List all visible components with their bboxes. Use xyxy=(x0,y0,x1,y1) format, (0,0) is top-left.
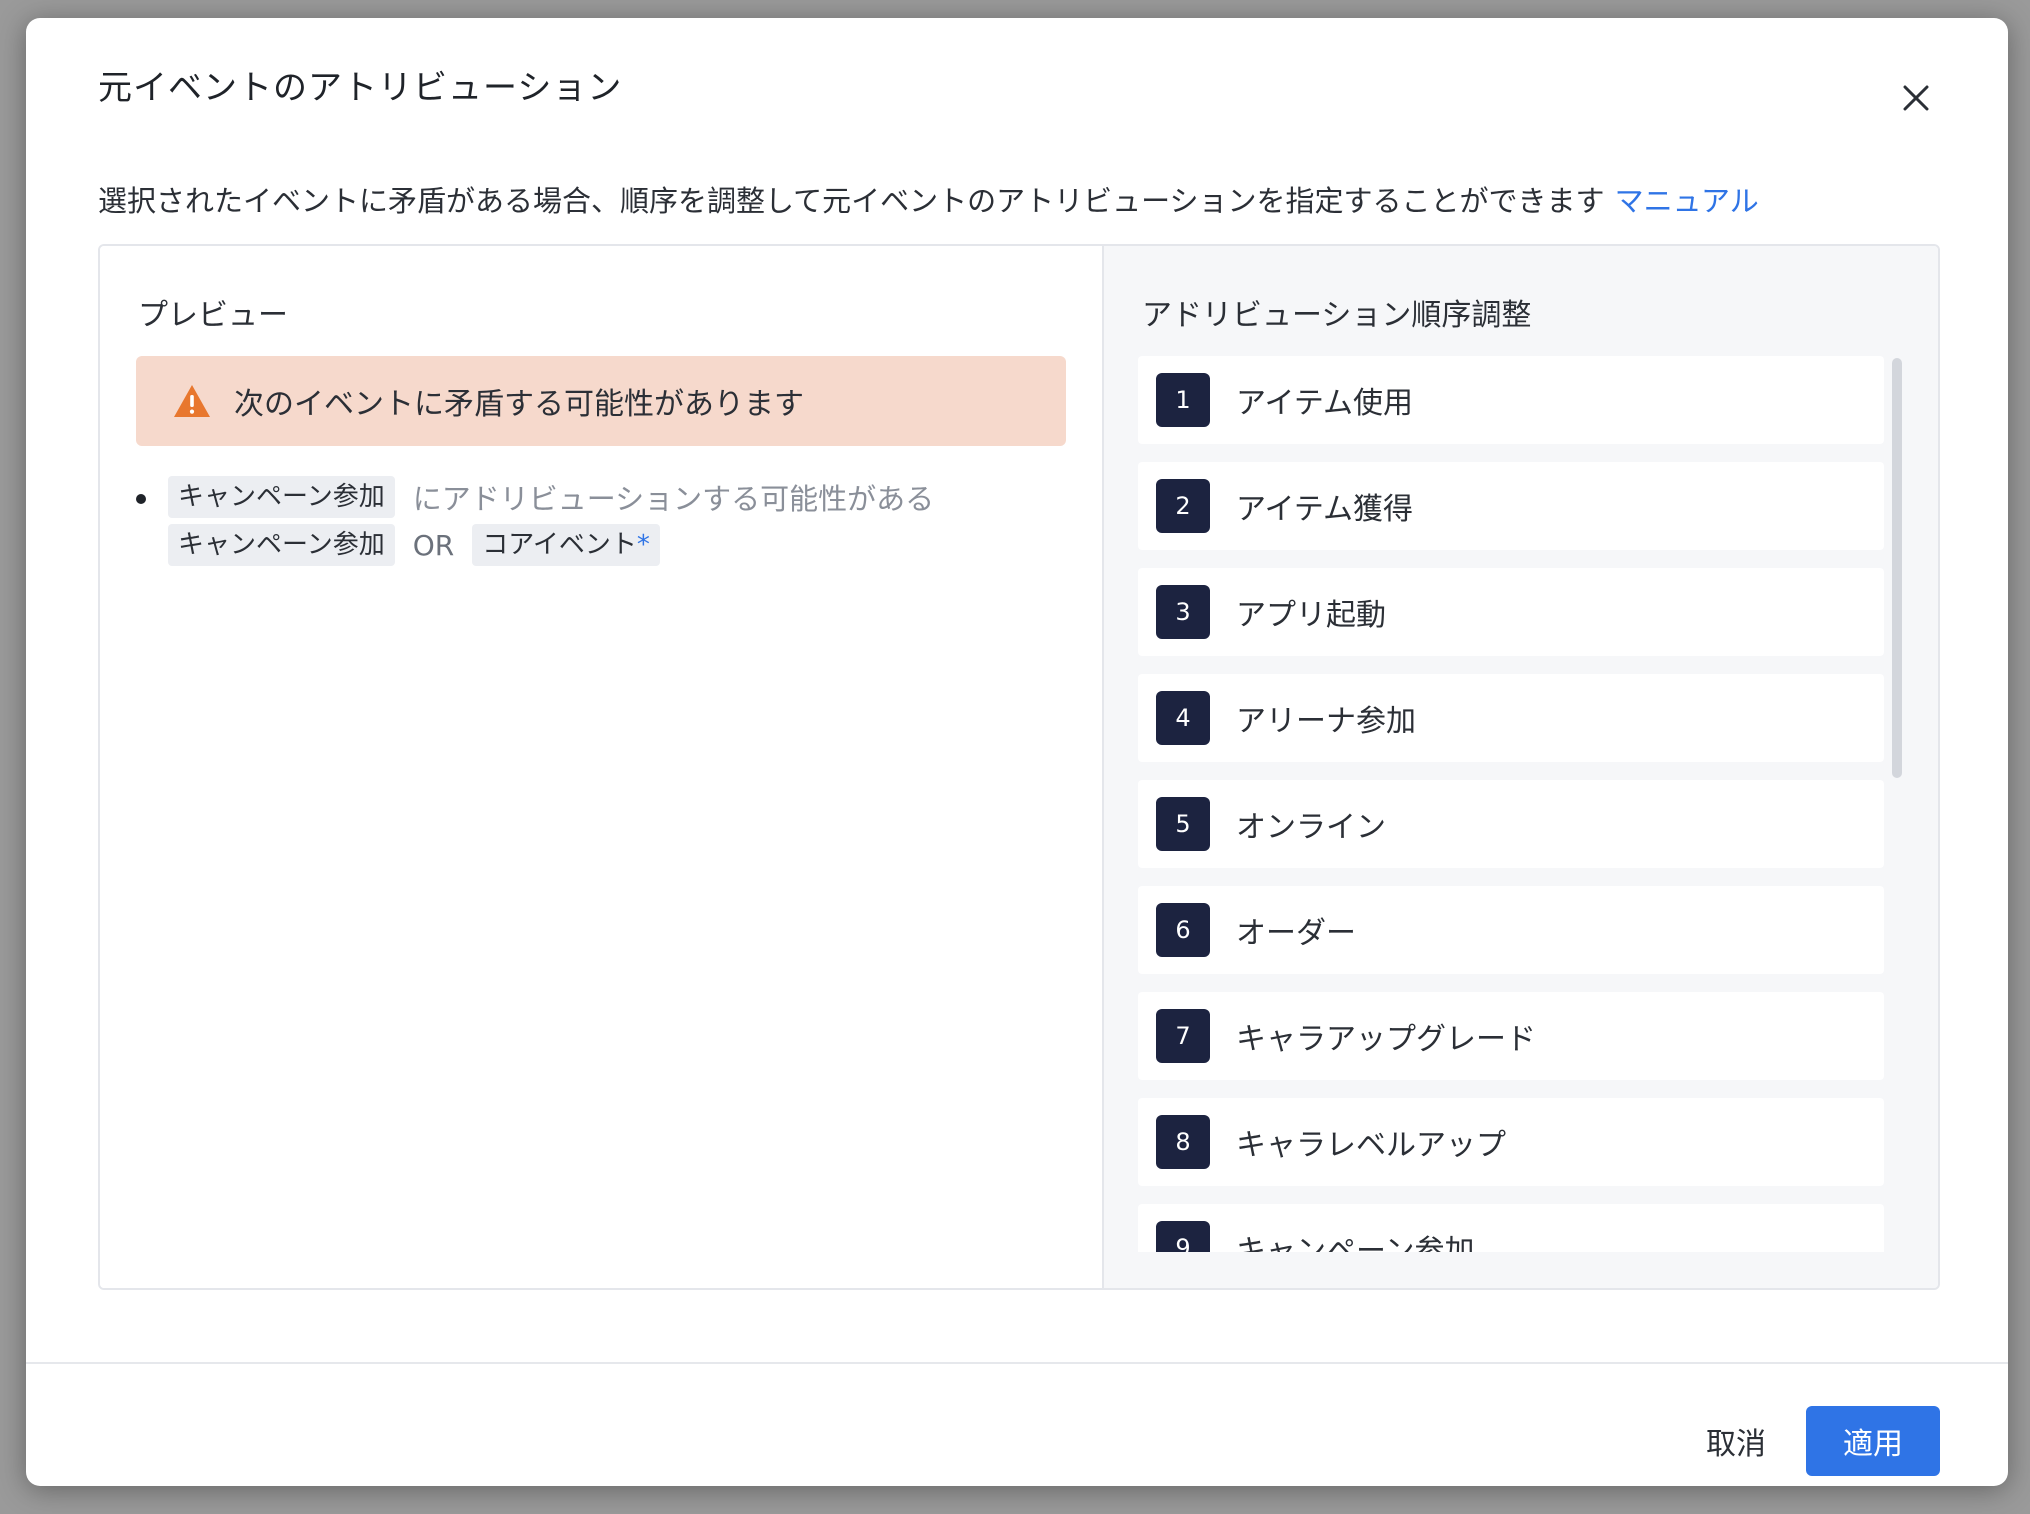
core-event-tag: コアイベント* xyxy=(472,524,660,566)
panels-container: プレビュー 次のイベントに矛盾する可能性があります キャンペーン参加 にアドリビ… xyxy=(98,244,1940,1290)
close-button[interactable] xyxy=(1888,70,1944,126)
order-number-badge: 8 xyxy=(1156,1115,1210,1169)
order-number-badge: 4 xyxy=(1156,691,1210,745)
order-item[interactable]: 7 キャラアップグレード xyxy=(1138,992,1884,1080)
dialog-description: 選択されたイベントに矛盾がある場合、順序を調整して元イベントのアトリビューション… xyxy=(98,178,1759,220)
order-number-badge: 2 xyxy=(1156,479,1210,533)
order-heading: アドリビューション順序調整 xyxy=(1142,298,1532,333)
conflict-list-item: キャンペーン参加 にアドリビューションする可能性がある キャンペーン参加 OR … xyxy=(136,474,1076,570)
preview-panel: プレビュー 次のイベントに矛盾する可能性があります キャンペーン参加 にアドリビ… xyxy=(100,246,1104,1288)
preview-heading: プレビュー xyxy=(138,298,288,333)
order-number-badge: 5 xyxy=(1156,797,1210,851)
conflict-message: にアドリビューションする可能性がある xyxy=(412,482,935,516)
bullet-dot xyxy=(136,494,146,504)
description-text: 選択されたイベントに矛盾がある場合、順序を調整して元イベントのアトリビューション… xyxy=(98,184,1605,218)
order-number-badge: 6 xyxy=(1156,903,1210,957)
event-tag: キャンペーン参加 xyxy=(168,524,395,566)
core-event-marker: * xyxy=(636,530,650,560)
dialog-title: 元イベントのアトリビューション xyxy=(98,68,623,108)
order-item-label: アイテム獲得 xyxy=(1236,492,1413,527)
order-item[interactable]: 5 オンライン xyxy=(1138,780,1884,868)
order-item-label: アリーナ参加 xyxy=(1236,704,1416,739)
order-list[interactable]: 1 アイテム使用 2 アイテム獲得 3 アプリ起動 4 アリーナ参加 5 オンラ… xyxy=(1138,356,1884,1252)
cancel-button[interactable]: 取消 xyxy=(1676,1406,1796,1476)
apply-button[interactable]: 適用 xyxy=(1806,1406,1940,1476)
footer-divider xyxy=(26,1362,2008,1364)
close-icon xyxy=(1903,85,1929,111)
order-item-label: オーダー xyxy=(1236,916,1356,951)
order-item[interactable]: 8 キャラレベルアップ xyxy=(1138,1098,1884,1186)
order-item[interactable]: 1 アイテム使用 xyxy=(1138,356,1884,444)
order-item-label: キャンペーン参加 xyxy=(1236,1234,1475,1252)
event-tag: キャンペーン参加 xyxy=(168,476,395,518)
warning-icon xyxy=(174,385,210,417)
core-event-label: コアイベント xyxy=(482,530,637,560)
order-list-scrollbar[interactable] xyxy=(1892,358,1902,778)
order-number-badge: 1 xyxy=(1156,373,1210,427)
order-number-badge: 9 xyxy=(1156,1221,1210,1252)
conflict-line-1: キャンペーン参加 にアドリビューションする可能性がある xyxy=(168,474,1076,520)
order-item[interactable]: 2 アイテム獲得 xyxy=(1138,462,1884,550)
conflict-alert: 次のイベントに矛盾する可能性があります xyxy=(136,356,1066,446)
order-number-badge: 3 xyxy=(1156,585,1210,639)
order-item[interactable]: 3 アプリ起動 xyxy=(1138,568,1884,656)
order-item-label: キャラアップグレード xyxy=(1236,1022,1536,1057)
order-item-label: オンライン xyxy=(1236,810,1386,845)
order-item[interactable]: 9 キャンペーン参加 xyxy=(1138,1204,1884,1252)
order-item-label: キャラレベルアップ xyxy=(1236,1128,1506,1163)
order-item-label: アプリ起動 xyxy=(1236,598,1386,633)
order-item[interactable]: 4 アリーナ参加 xyxy=(1138,674,1884,762)
order-item[interactable]: 6 オーダー xyxy=(1138,886,1884,974)
attribution-dialog: 元イベントのアトリビューション 選択されたイベントに矛盾がある場合、順序を調整し… xyxy=(26,18,2008,1486)
order-number-badge: 7 xyxy=(1156,1009,1210,1063)
or-operator: OR xyxy=(412,528,455,562)
manual-link[interactable]: マニュアル xyxy=(1615,184,1759,218)
alert-text: 次のイベントに矛盾する可能性があります xyxy=(234,387,804,422)
conflict-line-2: キャンペーン参加 OR コアイベント* xyxy=(168,522,1076,568)
order-panel: アドリビューション順序調整 1 アイテム使用 2 アイテム獲得 3 アプリ起動 … xyxy=(1104,246,1938,1288)
order-item-label: アイテム使用 xyxy=(1236,386,1413,421)
